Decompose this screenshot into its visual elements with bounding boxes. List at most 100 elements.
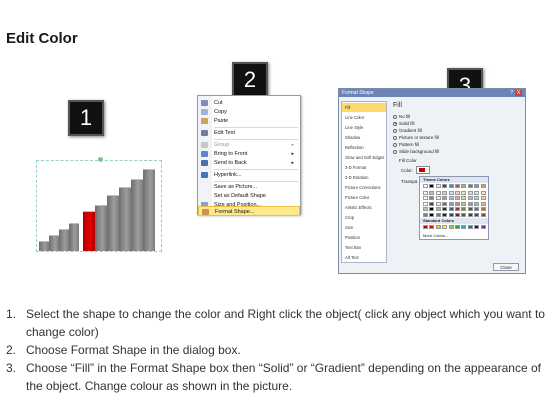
menu-item-edit-text[interactable]: Edit Text	[198, 128, 300, 138]
radio-no-fill[interactable]: No fill	[393, 113, 493, 120]
theme-color-swatch[interactable]	[480, 190, 486, 195]
theme-color-swatch[interactable]	[467, 184, 473, 188]
category-reflection[interactable]: Reflection	[342, 143, 386, 152]
theme-color-swatch[interactable]	[448, 212, 454, 217]
staircase-block[interactable]	[39, 241, 49, 251]
theme-color-swatch[interactable]	[442, 207, 448, 211]
menu-item-hyperlink[interactable]: Hyperlink...	[198, 170, 300, 180]
category-3d-rotation[interactable]: 3-D Rotation	[342, 173, 386, 182]
theme-color-swatch[interactable]	[467, 190, 473, 195]
theme-color-swatch[interactable]	[435, 190, 441, 195]
theme-color-swatch[interactable]	[455, 207, 460, 211]
theme-color-swatch[interactable]	[423, 184, 428, 188]
radio-slide-background-fill[interactable]: Slide background fill	[393, 148, 493, 155]
theme-color-swatch[interactable]	[429, 184, 435, 188]
standard-color-swatch[interactable]	[435, 225, 441, 229]
theme-color-swatch[interactable]	[429, 190, 435, 195]
theme-color-swatch[interactable]	[474, 201, 480, 206]
theme-color-swatch[interactable]	[467, 201, 473, 206]
staircase-block[interactable]	[49, 235, 59, 251]
theme-color-swatch[interactable]	[442, 212, 448, 217]
category-artistic-effects[interactable]: Artistic Effects	[342, 203, 386, 212]
category-fill[interactable]: Fill	[342, 103, 386, 112]
theme-color-swatch[interactable]	[442, 184, 448, 188]
more-colors-link[interactable]: More Colors...	[423, 233, 448, 238]
theme-color-swatch[interactable]	[435, 207, 441, 211]
theme-color-swatch[interactable]	[455, 184, 460, 188]
theme-color-swatch[interactable]	[435, 184, 441, 188]
theme-color-swatch[interactable]	[480, 212, 486, 217]
theme-color-swatch[interactable]	[442, 190, 448, 195]
category-text-box[interactable]: Text Box	[342, 243, 386, 252]
theme-color-swatch[interactable]	[429, 201, 435, 206]
theme-color-swatch[interactable]	[474, 207, 480, 211]
menu-item-send-to-back[interactable]: Send to Back ▸	[198, 158, 300, 168]
standard-color-swatch[interactable]	[423, 225, 428, 229]
shape-selection-area[interactable]	[36, 157, 162, 252]
theme-color-swatch[interactable]	[461, 201, 467, 206]
standard-color-swatch[interactable]	[429, 225, 435, 229]
category-crop[interactable]: Crop	[342, 213, 386, 222]
radio-gradient-fill[interactable]: Gradient fill	[393, 127, 493, 134]
staircase-block[interactable]	[107, 195, 119, 251]
category-line-color[interactable]: Line Color	[342, 113, 386, 122]
theme-color-swatch[interactable]	[423, 212, 428, 217]
standard-color-swatch[interactable]	[480, 225, 486, 229]
theme-color-swatch[interactable]	[480, 201, 486, 206]
theme-color-swatch[interactable]	[448, 207, 454, 211]
theme-color-swatch[interactable]	[474, 196, 480, 200]
theme-color-swatch[interactable]	[474, 190, 480, 195]
theme-color-swatch[interactable]	[442, 196, 448, 200]
menu-item-format-shape[interactable]: Format Shape...	[198, 206, 300, 216]
standard-color-swatch[interactable]	[461, 225, 467, 229]
theme-color-swatch[interactable]	[455, 196, 460, 200]
category-size[interactable]: Size	[342, 223, 386, 232]
theme-color-swatch[interactable]	[429, 196, 435, 200]
theme-color-swatch[interactable]	[461, 212, 467, 217]
standard-color-swatch[interactable]	[474, 225, 480, 229]
theme-color-swatch[interactable]	[448, 196, 454, 200]
theme-color-swatch[interactable]	[480, 207, 486, 211]
category-line-style[interactable]: Line Style	[342, 123, 386, 132]
theme-color-swatch[interactable]	[455, 201, 460, 206]
staircase-block[interactable]	[95, 205, 107, 251]
standard-color-swatch[interactable]	[455, 225, 460, 229]
category-alt-text[interactable]: Alt Text	[342, 253, 386, 262]
staircase-block[interactable]	[143, 169, 155, 251]
theme-color-swatch[interactable]	[423, 190, 428, 195]
category-shadow[interactable]: Shadow	[342, 133, 386, 142]
theme-color-swatch[interactable]	[435, 196, 441, 200]
category-picture-corrections[interactable]: Picture Corrections	[342, 183, 386, 192]
radio-picture-fill[interactable]: Picture or texture fill	[393, 134, 493, 141]
theme-color-swatch[interactable]	[480, 196, 486, 200]
help-icon[interactable]: ?	[510, 89, 513, 97]
category-3d-format[interactable]: 3-D Format	[342, 163, 386, 172]
color-dropdown-button[interactable]	[416, 166, 430, 174]
theme-color-swatch[interactable]	[423, 207, 428, 211]
radio-pattern-fill[interactable]: Pattern fill	[393, 141, 493, 148]
category-picture-color[interactable]: Picture Color	[342, 193, 386, 202]
theme-color-swatch[interactable]	[442, 201, 448, 206]
theme-color-swatch[interactable]	[461, 184, 467, 188]
close-icon[interactable]: X	[515, 90, 522, 96]
rotation-handle[interactable]	[98, 157, 103, 162]
theme-color-swatch[interactable]	[435, 201, 441, 206]
staircase-block[interactable]	[119, 187, 131, 251]
theme-color-swatch[interactable]	[467, 207, 473, 211]
theme-color-swatch[interactable]	[429, 207, 435, 211]
theme-color-swatch[interactable]	[461, 196, 467, 200]
theme-color-swatch[interactable]	[448, 190, 454, 195]
theme-color-swatch[interactable]	[461, 190, 467, 195]
selected-red-block[interactable]	[83, 211, 95, 251]
standard-color-swatch[interactable]	[442, 225, 448, 229]
radio-solid-fill[interactable]: Solid fill	[393, 120, 493, 127]
category-position[interactable]: Position	[342, 233, 386, 242]
staircase-block[interactable]	[69, 223, 79, 251]
menu-item-paste[interactable]: Paste	[198, 116, 300, 126]
theme-color-swatch[interactable]	[474, 184, 480, 188]
theme-color-swatch[interactable]	[448, 184, 454, 188]
theme-color-swatch[interactable]	[448, 201, 454, 206]
theme-color-swatch[interactable]	[461, 207, 467, 211]
theme-color-swatch[interactable]	[455, 212, 460, 217]
theme-color-swatch[interactable]	[435, 212, 441, 217]
